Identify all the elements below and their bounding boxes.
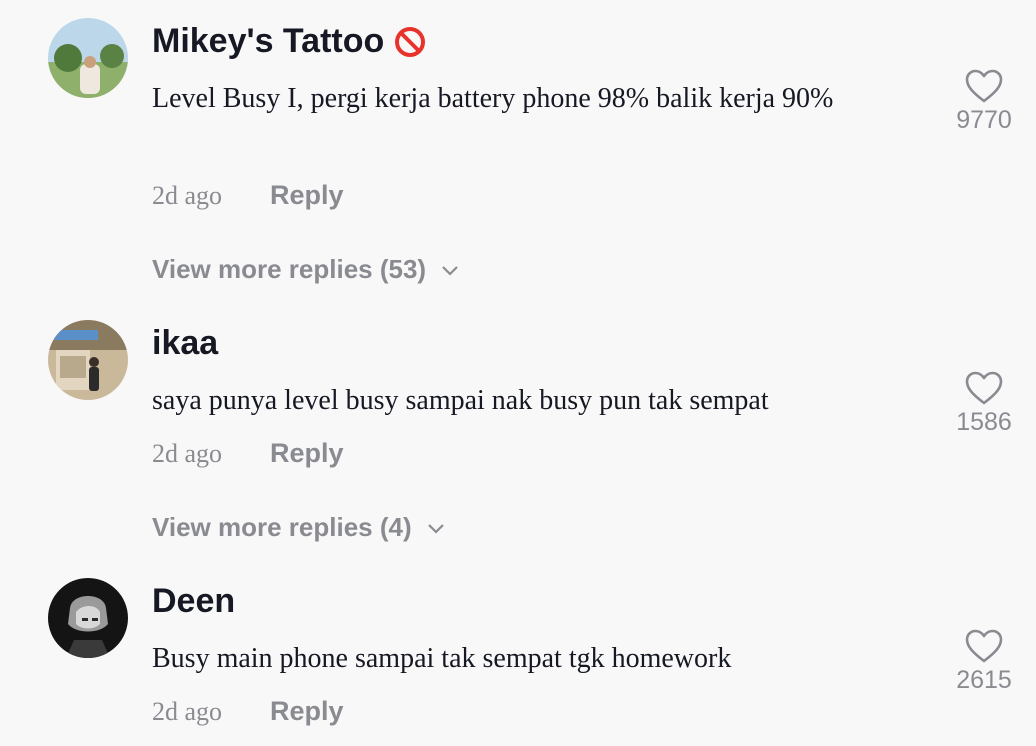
view-more-label: View more replies (4) bbox=[152, 512, 412, 542]
prohibited-icon bbox=[394, 26, 426, 58]
comment-item: Mikey's Tattoo Level Busy I, pergi kerja… bbox=[0, 0, 1036, 300]
timestamp: 2d ago bbox=[152, 439, 223, 468]
reply-button[interactable]: Reply bbox=[270, 180, 344, 211]
comment-meta: 2d ago Reply bbox=[152, 180, 344, 211]
avatar[interactable] bbox=[48, 578, 128, 658]
like-button[interactable]: 9770 bbox=[944, 68, 1024, 135]
reply-button[interactable]: Reply bbox=[270, 438, 344, 469]
comment-text: Level Busy I, pergi kerja battery phone … bbox=[152, 83, 834, 114]
reply-button[interactable]: Reply bbox=[270, 696, 344, 727]
comment-meta: 2d ago Reply bbox=[152, 438, 344, 469]
comment-meta: 2d ago Reply bbox=[152, 696, 344, 727]
comment-item: ikaa saya punya level busy sampai nak bu… bbox=[0, 300, 1036, 560]
username[interactable]: Mikey's Tattoo bbox=[152, 22, 426, 61]
timestamp: 2d ago bbox=[152, 697, 223, 726]
like-button[interactable]: 2615 bbox=[944, 628, 1024, 695]
username[interactable]: Deen bbox=[152, 582, 235, 621]
chevron-down-icon bbox=[442, 265, 458, 276]
like-count: 9770 bbox=[956, 106, 1012, 134]
heart-icon bbox=[965, 69, 1003, 103]
like-count: 2615 bbox=[956, 666, 1012, 694]
like-count: 1586 bbox=[956, 408, 1012, 436]
comment-text: Busy main phone sampai tak sempat tgk ho… bbox=[152, 643, 732, 674]
view-more-replies-button[interactable]: View more replies (53) bbox=[152, 254, 460, 285]
avatar[interactable] bbox=[48, 320, 128, 400]
heart-icon bbox=[965, 629, 1003, 663]
heart-icon bbox=[965, 371, 1003, 405]
comment-text: saya punya level busy sampai nak busy pu… bbox=[152, 385, 769, 416]
view-more-label: View more replies (53) bbox=[152, 254, 427, 284]
username-label: Mikey's Tattoo bbox=[152, 22, 385, 60]
chevron-down-icon bbox=[427, 523, 444, 534]
avatar[interactable] bbox=[48, 18, 128, 98]
like-button[interactable]: 1586 bbox=[944, 370, 1024, 437]
timestamp: 2d ago bbox=[152, 181, 223, 210]
username[interactable]: ikaa bbox=[152, 324, 218, 363]
comment-item: Deen Busy main phone sampai tak sempat t… bbox=[0, 558, 1036, 746]
view-more-replies-button[interactable]: View more replies (4) bbox=[152, 512, 446, 543]
